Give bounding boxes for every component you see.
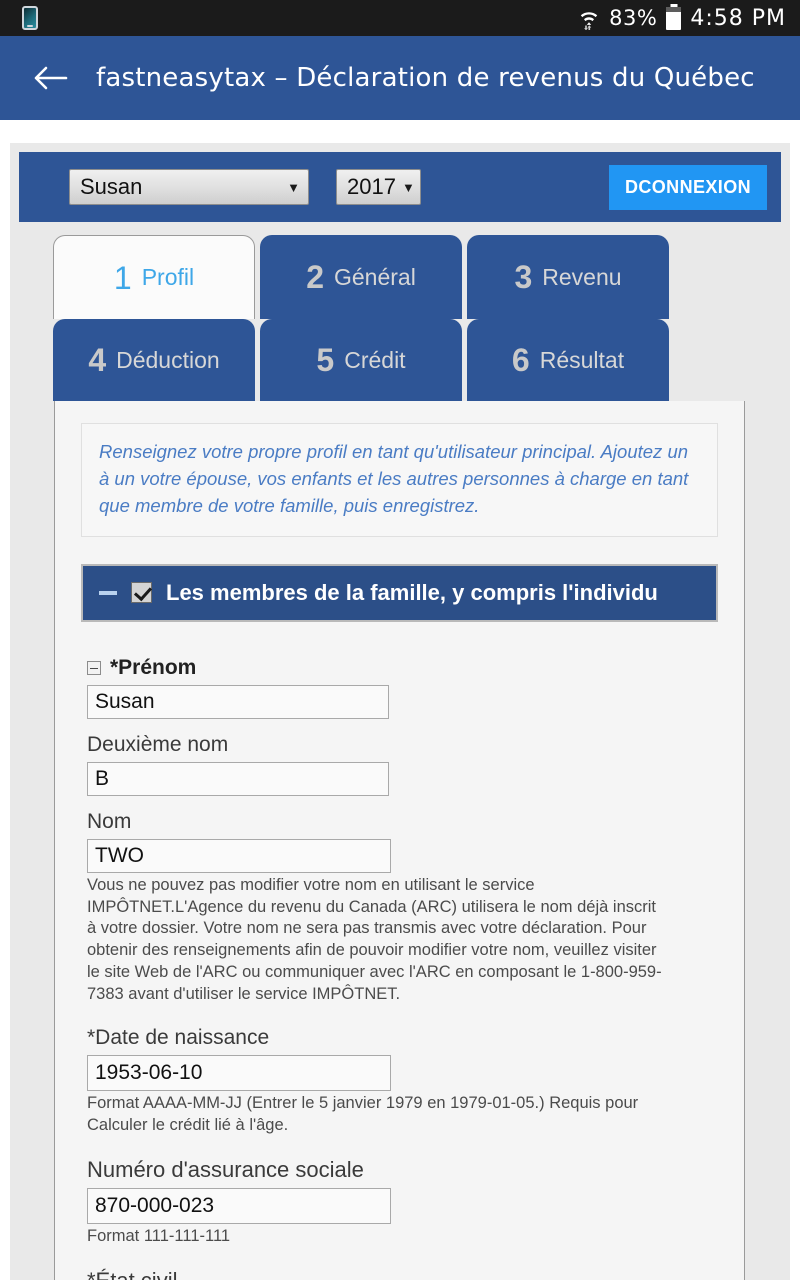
tab-number: 2 (306, 259, 324, 295)
nas-help-text: Format 111-111-111 (87, 1227, 231, 1246)
field-nas: Numéro d'assurance sociale Format 111-11… (87, 1157, 718, 1248)
instructions-text: Renseignez votre propre profil en tant q… (99, 441, 689, 517)
tab-number: 1 (113, 259, 132, 296)
field-date-naissance: *Date de naissance Format AAAA-MM-JJ (En… (87, 1026, 718, 1137)
label-prenom: *Prénom (87, 656, 718, 680)
phone-icon (22, 6, 38, 30)
tab-revenu[interactable]: 3 Revenu (467, 235, 669, 319)
label-date-naissance: *Date de naissance (87, 1026, 270, 1050)
tab-row-bottom: 4 Déduction 5 Crédit 6 Résultat (53, 319, 781, 401)
status-right: 83% 4:58 PM (578, 6, 786, 31)
tab-label: Général (333, 263, 416, 290)
year-select-value: 2017 (347, 174, 396, 199)
tab-credit[interactable]: 5 Crédit (260, 319, 462, 401)
tab-label: Revenu (542, 263, 622, 290)
label-etat-civil: *État civil (87, 1268, 718, 1280)
profile-panel: Renseignez votre propre profil en tant q… (54, 401, 745, 1280)
field-etat-civil: *État civil Séparé ▼ Au 31 décembre 2017 (87, 1268, 718, 1280)
field-prenom: *Prénom (87, 656, 718, 719)
tab-general[interactable]: 2 Général (260, 235, 462, 319)
wifi-icon (578, 6, 600, 30)
prenom-input[interactable] (87, 684, 389, 719)
checkbox-checked-icon[interactable] (131, 582, 152, 604)
white-spacer (0, 120, 800, 143)
year-select[interactable]: 2017 ▼ (336, 169, 421, 205)
field-nom: Nom Vous ne pouvez pas modifier votre no… (87, 810, 718, 1007)
chevron-down-icon: ▼ (287, 179, 300, 195)
date-naissance-input[interactable] (87, 1055, 391, 1092)
app-bar: fastneasytax – Déclaration de revenus du… (0, 36, 800, 120)
tab-row-top: 1 Profil 2 Général 3 Revenu (53, 235, 781, 319)
tab-resultat[interactable]: 6 Résultat (467, 319, 669, 401)
collapse-icon[interactable] (87, 660, 101, 675)
instructions-box: Renseignez votre propre profil en tant q… (81, 423, 718, 537)
label-deuxieme-nom: Deuxième nom (87, 732, 229, 756)
android-status-bar: 83% 4:58 PM (0, 0, 800, 36)
profile-select-value: Susan (80, 174, 143, 199)
tab-label: Déduction (116, 346, 220, 373)
label-prenom-text: *Prénom (110, 655, 197, 679)
nom-help-text: Vous ne pouvez pas modifier votre nom en… (87, 875, 662, 1004)
battery-icon (666, 6, 682, 30)
page-shell: Susan ▼ 2017 ▼ DCONNEXION 1 Profil 2 Gén… (10, 143, 790, 1280)
step-tabs: 1 Profil 2 Général 3 Revenu 4 Déduction … (19, 235, 781, 401)
nas-input[interactable] (87, 1188, 391, 1225)
tab-label: Résultat (539, 346, 625, 373)
section-title: Les membres de la famille, y compris l'i… (166, 579, 658, 605)
field-deuxieme-nom: Deuxième nom (87, 733, 718, 796)
label-nom: Nom (87, 809, 132, 833)
family-members-section-header[interactable]: Les membres de la famille, y compris l'i… (81, 563, 718, 622)
profile-form: *Prénom Deuxième nom Nom Vous ne pouvez … (81, 656, 718, 1280)
date-naissance-help-text: Format AAAA-MM-JJ (Entrer le 5 janvier 1… (87, 1094, 639, 1135)
page-title: fastneasytax – Déclaration de revenus du… (96, 63, 755, 93)
tab-number: 3 (514, 259, 533, 295)
tab-label: Profil (141, 264, 195, 290)
profile-select[interactable]: Susan ▼ (69, 169, 309, 205)
tab-number: 4 (88, 342, 107, 378)
tab-number: 5 (316, 342, 335, 378)
nom-input[interactable] (87, 838, 391, 873)
label-nas: Numéro d'assurance sociale (87, 1157, 364, 1183)
status-left (22, 6, 38, 30)
minus-toggle-icon[interactable] (99, 590, 117, 595)
battery-percent: 83% (609, 6, 658, 30)
back-arrow-icon[interactable] (30, 58, 70, 98)
deuxieme-nom-input[interactable] (87, 761, 389, 796)
clock: 4:58 PM (690, 5, 786, 31)
account-toolbar: Susan ▼ 2017 ▼ DCONNEXION (19, 152, 781, 222)
logout-button[interactable]: DCONNEXION (608, 164, 767, 210)
chevron-down-icon: ▼ (401, 179, 415, 195)
tab-deduction[interactable]: 4 Déduction (53, 319, 255, 401)
tab-number: 6 (511, 342, 530, 378)
tab-label: Crédit (344, 346, 406, 373)
tab-profil[interactable]: 1 Profil (53, 235, 255, 319)
